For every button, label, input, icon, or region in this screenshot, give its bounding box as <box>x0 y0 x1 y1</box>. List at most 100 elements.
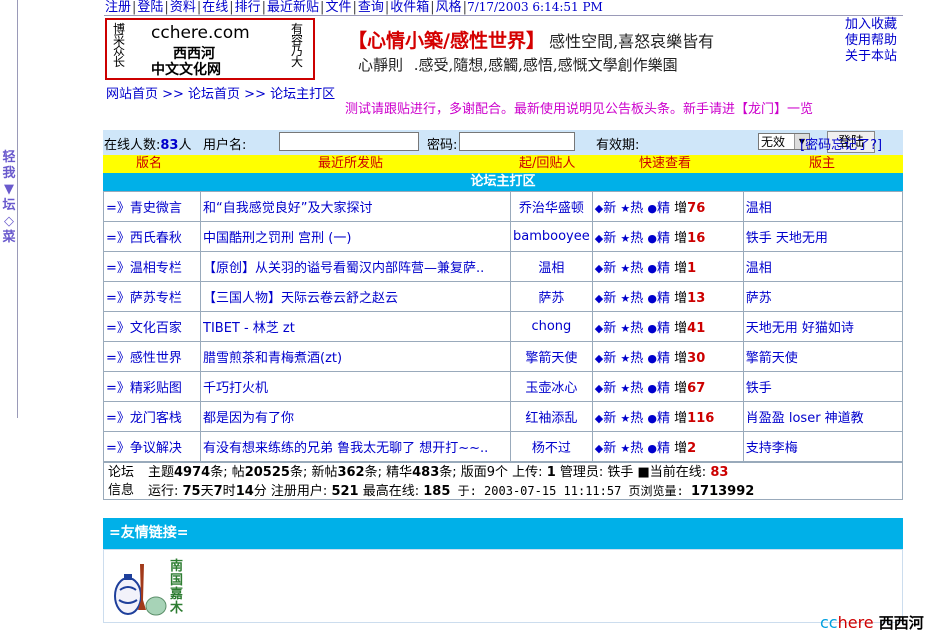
view-best-link[interactable]: 精 <box>657 351 670 366</box>
table-row: =》萨苏专栏 【三国人物】天际云卷云舒之赵云 萨苏 ◆新 ★热 ●精 增13 萨苏 <box>103 281 904 312</box>
username-input[interactable] <box>279 132 419 151</box>
topnav-item[interactable]: 资料 <box>169 0 197 15</box>
poster-name[interactable]: 萨苏 <box>510 281 593 312</box>
topnav-item[interactable]: 文件 <box>324 0 352 15</box>
star-icon: ★ <box>620 382 631 395</box>
moderators[interactable]: 天地无用 好猫如诗 <box>742 311 904 342</box>
about-link[interactable]: 关于本站 <box>845 49 897 65</box>
poster-name[interactable]: bambooyee <box>510 221 593 252</box>
logo-sub-title-2: 中文文化网 <box>151 62 221 78</box>
view-best-link[interactable]: 精 <box>657 411 670 426</box>
clock: 7/17/2003 6:14:51 PM <box>467 0 603 14</box>
view-hot-link[interactable]: 热 <box>630 261 643 276</box>
poster-name[interactable]: 擎箭天使 <box>510 341 593 372</box>
forum-name[interactable]: =》青史微言 <box>103 191 201 222</box>
latest-post[interactable]: 中国酷刑之罚刑 宫刑 (一) <box>200 221 511 252</box>
forum-name[interactable]: =》龙门客栈 <box>103 401 201 432</box>
password-input[interactable] <box>459 132 575 151</box>
view-new-link[interactable]: 新 <box>603 261 616 276</box>
view-new-link[interactable]: 新 <box>603 351 616 366</box>
poster-name[interactable]: 玉壶冰心 <box>510 371 593 402</box>
view-hot-link[interactable]: 热 <box>630 381 643 396</box>
moderators[interactable]: 肖盈盈 loser 神道教 <box>742 401 904 432</box>
poster-name[interactable]: 杨不过 <box>510 431 593 462</box>
latest-post[interactable]: 和“自我感觉良好”及大家探讨 <box>200 191 511 222</box>
add-favorite-link[interactable]: 加入收藏 <box>845 17 897 33</box>
topnav-item[interactable]: 收件箱 <box>389 0 430 15</box>
moderators[interactable]: 萨苏 <box>742 281 904 312</box>
moderators[interactable]: 铁手 天地无用 <box>742 221 904 252</box>
view-hot-link[interactable]: 热 <box>630 201 643 216</box>
increase-label: 增 <box>674 351 688 366</box>
quickview: ◆新 ★热 ●精 增116 <box>591 401 744 432</box>
latest-post[interactable]: TIBET - 林芝 zt <box>200 311 511 342</box>
latest-post[interactable]: 腊雪煎茶和青梅煮酒(zt) <box>200 341 511 372</box>
view-hot-link[interactable]: 热 <box>630 441 643 456</box>
friend-links-title: =友情链接= <box>103 518 903 549</box>
poster-name[interactable]: 乔治华盛顿 <box>510 191 593 222</box>
forum-name[interactable]: =》争议解决 <box>103 431 201 462</box>
topnav-item[interactable]: 注册 <box>104 0 132 15</box>
poster-name[interactable]: 温相 <box>510 251 593 282</box>
forgot-password-link[interactable]: [密码忘记了?] <box>800 134 882 153</box>
view-hot-link[interactable]: 热 <box>630 291 643 306</box>
quickview: ◆新 ★热 ●精 增1 <box>591 251 744 282</box>
moderators[interactable]: 铁手 <box>742 371 904 402</box>
increase-label: 增 <box>674 201 688 216</box>
vase-logo-icon[interactable] <box>110 560 170 618</box>
logo-left-motto: 博采众长 <box>113 22 126 69</box>
view-best-link[interactable]: 精 <box>657 441 670 456</box>
forum-name[interactable]: =》精彩贴图 <box>103 371 201 402</box>
increase-label: 增 <box>674 261 688 276</box>
moderators[interactable]: 支持李梅 <box>742 431 904 462</box>
view-best-link[interactable]: 精 <box>657 231 670 246</box>
topnav-item[interactable]: 风格 <box>435 0 463 15</box>
topnav-item[interactable]: 登陆 <box>136 0 164 15</box>
topnav-item[interactable]: 最近新贴 <box>266 0 320 15</box>
view-new-link[interactable]: 新 <box>603 381 616 396</box>
latest-post[interactable]: 有没有想来练练的兄弟 鲁我太无聊了 想开打~~.. <box>200 431 511 462</box>
forum-name[interactable]: =》萨苏专栏 <box>103 281 201 312</box>
partner-label[interactable]: 南国嘉木 <box>170 560 184 616</box>
view-best-link[interactable]: 精 <box>657 201 670 216</box>
forum-name[interactable]: =》温相专栏 <box>103 251 201 282</box>
view-new-link[interactable]: 新 <box>603 321 616 336</box>
view-hot-link[interactable]: 热 <box>630 321 643 336</box>
quickview: ◆新 ★热 ●精 增67 <box>591 371 744 402</box>
latest-post[interactable]: 【原创】从关羽的谥号看蜀汉内部阵营—兼复萨.. <box>200 251 511 282</box>
site-logo[interactable]: 博采众长 有容乃大 cchere.com 西西河 中文文化网 <box>105 18 315 80</box>
topnav-item[interactable]: 排行 <box>234 0 262 15</box>
increase-label: 增 <box>674 381 688 396</box>
moderators[interactable]: 擎箭天使 <box>742 341 904 372</box>
username-label: 用户名: <box>203 138 247 153</box>
moderators[interactable]: 温相 <box>742 251 904 282</box>
help-link[interactable]: 使用帮助 <box>845 33 897 49</box>
view-new-link[interactable]: 新 <box>603 201 616 216</box>
view-hot-link[interactable]: 热 <box>630 351 643 366</box>
view-best-link[interactable]: 精 <box>657 321 670 336</box>
forum-name[interactable]: =》感性世界 <box>103 341 201 372</box>
view-hot-link[interactable]: 热 <box>630 411 643 426</box>
diamond-icon: ◆ <box>594 322 604 335</box>
moderators[interactable]: 温相 <box>742 191 904 222</box>
view-new-link[interactable]: 新 <box>603 291 616 306</box>
forum-name[interactable]: =》西氏春秋 <box>103 221 201 252</box>
view-hot-link[interactable]: 热 <box>630 231 643 246</box>
view-best-link[interactable]: 精 <box>657 291 670 306</box>
view-best-link[interactable]: 精 <box>657 261 670 276</box>
topnav-item[interactable]: 查询 <box>357 0 385 15</box>
topnav-item[interactable]: 在线 <box>201 0 229 15</box>
latest-post[interactable]: 都是因为有了你 <box>200 401 511 432</box>
side-menu-label[interactable]: 轻我▼坛◇菜 <box>2 150 16 246</box>
view-best-link[interactable]: 精 <box>657 381 670 396</box>
forum-name[interactable]: =》文化百家 <box>103 311 201 342</box>
latest-post[interactable]: 【三国人物】天际云卷云舒之赵云 <box>200 281 511 312</box>
breadcrumb[interactable]: 网站首页 >> 论坛首页 >> 论坛主打区 <box>106 83 335 102</box>
latest-post[interactable]: 千巧打火机 <box>200 371 511 402</box>
view-new-link[interactable]: 新 <box>603 411 616 426</box>
view-new-link[interactable]: 新 <box>603 231 616 246</box>
poster-name[interactable]: 红袖添乱 <box>510 401 593 432</box>
poster-name[interactable]: chong <box>510 311 593 342</box>
increase-count: 16 <box>687 231 706 246</box>
view-new-link[interactable]: 新 <box>603 441 616 456</box>
